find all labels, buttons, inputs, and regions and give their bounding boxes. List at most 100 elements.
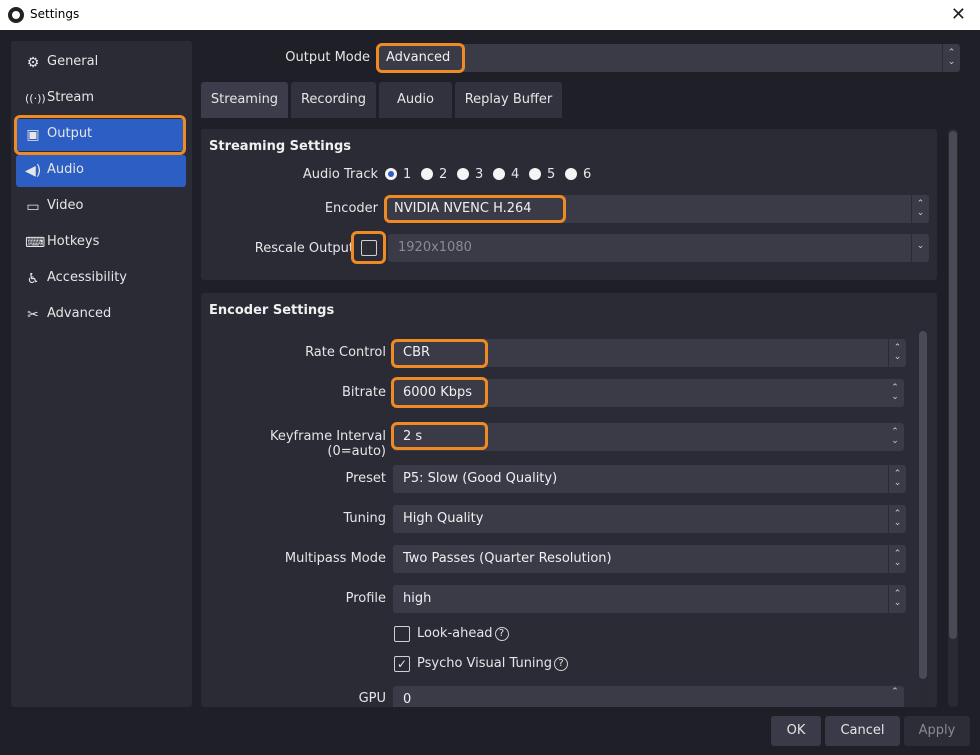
tuning-value: High Quality xyxy=(403,511,484,526)
window-title: Settings xyxy=(30,7,80,21)
audio-track-label-6: 6 xyxy=(583,167,592,182)
tab-audio[interactable]: Audio xyxy=(379,82,452,118)
look-ahead-label: Look-ahead xyxy=(417,626,493,641)
close-icon[interactable]: ✕ xyxy=(951,4,966,25)
apply-button[interactable]: Apply xyxy=(904,716,970,746)
encoder-select[interactable]: NVIDIA NVENC H.264 ⌃ ⌄ xyxy=(386,195,929,223)
gear-icon: ⚙ xyxy=(26,55,40,71)
outer-scrollbar-thumb[interactable] xyxy=(949,131,957,639)
bitrate-spinbox[interactable]: 6000 Kbps ⌃ ⌄ xyxy=(393,379,904,407)
help-icon[interactable]: ? xyxy=(494,626,509,641)
spinner-arrows-icon: ⌃ ⌄ xyxy=(911,195,929,223)
spinner-arrows-icon: ⌃ ⌄ xyxy=(888,585,906,613)
psycho-visual-label: Psycho Visual Tuning xyxy=(417,656,553,671)
preset-select[interactable]: P5: Slow (Good Quality) ⌃ ⌄ xyxy=(393,465,906,493)
rate-control-label: Rate Control xyxy=(305,345,386,360)
audio-track-label-5: 5 xyxy=(547,167,556,182)
sidebar-item-label: Output xyxy=(47,126,93,141)
help-icon[interactable]: ? xyxy=(554,656,569,671)
spinner-arrows-icon: ⌃ ⌄ xyxy=(888,339,906,367)
sidebar-item-general[interactable]: ⚙ General xyxy=(16,47,186,79)
psycho-visual-checkbox[interactable]: ✓ xyxy=(394,656,410,672)
sidebar: ⚙ General ((·)) Stream ▣ Output ◀) Audio… xyxy=(11,41,192,707)
speaker-icon: ◀) xyxy=(25,163,42,179)
spinner-arrows-icon: ⌃ ⌄ xyxy=(942,44,960,72)
tab-recording[interactable]: Recording xyxy=(291,82,376,118)
spinner-arrows-icon: ⌃ ⌄ xyxy=(888,505,906,533)
tab-replay-buffer[interactable]: Replay Buffer xyxy=(455,82,562,118)
outer-scrollbar[interactable] xyxy=(948,129,958,707)
audio-track-radio-4[interactable] xyxy=(493,168,505,180)
keyframe-interval-spinbox[interactable]: 2 s ⌃ ⌄ xyxy=(393,423,904,451)
audio-track-radio-5[interactable] xyxy=(529,168,541,180)
output-icon: ▣ xyxy=(26,127,40,143)
sidebar-item-hotkeys[interactable]: ⌨ Hotkeys xyxy=(16,227,186,259)
cancel-button[interactable]: Cancel xyxy=(825,716,900,746)
tools-icon: ✂ xyxy=(27,307,39,323)
spinner-arrows-icon[interactable]: ⌃ ⌄ xyxy=(886,379,904,407)
rate-control-select[interactable]: CBR ⌃ ⌄ xyxy=(393,339,906,367)
look-ahead-row: Look-ahead? xyxy=(417,626,509,641)
audio-track-radio-6[interactable] xyxy=(565,168,577,180)
title-bar: Settings ✕ xyxy=(0,0,980,30)
rescale-output-checkbox[interactable] xyxy=(361,240,377,256)
spinner-up-icon[interactable]: ⌃ xyxy=(886,686,904,707)
bitrate-label: Bitrate xyxy=(341,385,386,400)
sidebar-item-label: Hotkeys xyxy=(47,234,100,249)
rate-control-value: CBR xyxy=(403,345,431,360)
multipass-mode-value: Two Passes (Quarter Resolution) xyxy=(403,551,612,566)
tuning-label: Tuning xyxy=(343,511,386,526)
multipass-mode-label: Multipass Mode xyxy=(284,551,386,566)
audio-track-radio-1[interactable] xyxy=(385,168,397,180)
sidebar-item-output[interactable]: ▣ Output xyxy=(16,119,186,151)
keyframe-interval-value: 2 s xyxy=(403,429,423,444)
audio-track-label-1: 1 xyxy=(403,167,412,182)
sidebar-item-label: General xyxy=(47,54,99,69)
output-mode-value: Advanced xyxy=(386,50,451,65)
keyboard-icon: ⌨ xyxy=(25,235,46,251)
output-mode-select[interactable]: Advanced ⌃ ⌄ xyxy=(378,44,960,72)
sidebar-item-label: Audio xyxy=(47,162,84,177)
audio-track-label: Audio Track xyxy=(302,167,378,182)
sidebar-item-advanced[interactable]: ✂ Advanced xyxy=(16,299,186,331)
audio-track-label-4: 4 xyxy=(511,167,520,182)
antenna-icon: ((·)) xyxy=(25,92,46,105)
inner-scrollbar[interactable] xyxy=(918,329,928,707)
audio-track-radio-3[interactable] xyxy=(457,168,469,180)
profile-select[interactable]: high ⌃ ⌄ xyxy=(393,585,906,613)
look-ahead-checkbox[interactable] xyxy=(394,626,410,642)
preset-value: P5: Slow (Good Quality) xyxy=(403,471,558,486)
sidebar-item-video[interactable]: ▭ Video xyxy=(16,191,186,223)
sidebar-item-accessibility[interactable]: ♿ Accessibility xyxy=(16,263,186,295)
rescale-resolution-select[interactable]: 1920x1080 ⌄ xyxy=(388,234,929,262)
sidebar-item-stream[interactable]: ((·)) Stream xyxy=(16,83,186,115)
spinner-arrows-icon: ⌃ ⌄ xyxy=(888,545,906,573)
preset-label: Preset xyxy=(345,471,386,486)
sidebar-item-audio[interactable]: ◀) Audio xyxy=(16,155,186,187)
sidebar-item-label: Accessibility xyxy=(47,270,127,285)
tuning-select[interactable]: High Quality ⌃ ⌄ xyxy=(393,505,906,533)
inner-scrollbar-thumb[interactable] xyxy=(919,331,927,679)
audio-track-radio-2[interactable] xyxy=(421,168,433,180)
gpu-label: GPU xyxy=(358,691,386,706)
profile-label: Profile xyxy=(345,591,386,606)
gpu-value: 0 xyxy=(403,692,412,707)
audio-track-label-3: 3 xyxy=(475,167,484,182)
multipass-mode-select[interactable]: Two Passes (Quarter Resolution) ⌃ ⌄ xyxy=(393,545,906,573)
chevron-down-icon: ⌄ xyxy=(911,234,929,262)
tab-streaming[interactable]: Streaming xyxy=(201,82,288,118)
spinner-arrows-icon[interactable]: ⌃ ⌄ xyxy=(886,423,904,451)
rescale-resolution-value: 1920x1080 xyxy=(398,240,472,255)
encoder-value: NVIDIA NVENC H.264 xyxy=(394,201,532,216)
audio-track-label-2: 2 xyxy=(439,167,448,182)
rescale-output-label: Rescale Output xyxy=(254,241,354,256)
psycho-visual-row: Psycho Visual Tuning? xyxy=(417,656,569,671)
sidebar-item-label: Stream xyxy=(47,90,95,105)
spinner-arrows-icon: ⌃ ⌄ xyxy=(888,465,906,493)
encoder-settings-title: Encoder Settings xyxy=(209,303,335,318)
accessibility-icon: ♿ xyxy=(26,271,40,287)
sidebar-item-label: Advanced xyxy=(47,306,112,321)
gpu-spinbox[interactable]: 0 ⌃ xyxy=(393,686,904,707)
ok-button[interactable]: OK xyxy=(771,716,821,746)
profile-value: high xyxy=(403,591,432,606)
